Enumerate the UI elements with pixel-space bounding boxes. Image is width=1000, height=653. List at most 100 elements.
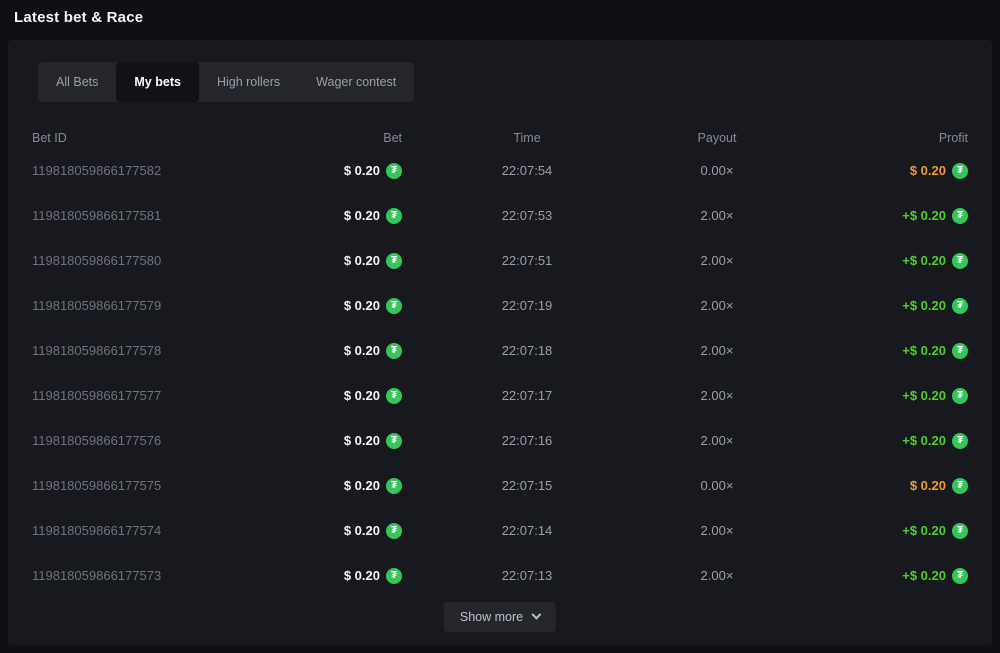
table-row[interactable]: 119818059866177577 $ 0.20 ₮ 22:07:17 2.0… xyxy=(32,373,968,418)
currency-coin-icon: ₮ xyxy=(386,298,402,314)
bet-amount: $ 0.20 xyxy=(344,523,380,538)
currency-coin-icon: ₮ xyxy=(386,433,402,449)
table-body: 119818059866177582 $ 0.20 ₮ 22:07:54 0.0… xyxy=(32,148,968,598)
payout-cell: 2.00× xyxy=(652,433,782,448)
bet-id-cell: 119818059866177576 xyxy=(32,433,282,448)
payout-cell: 2.00× xyxy=(652,388,782,403)
currency-coin-icon: ₮ xyxy=(952,298,968,314)
time-cell: 22:07:17 xyxy=(402,388,652,403)
currency-coin-icon: ₮ xyxy=(386,568,402,584)
currency-coin-icon: ₮ xyxy=(386,388,402,404)
currency-coin-icon: ₮ xyxy=(952,208,968,224)
table-row[interactable]: 119818059866177582 $ 0.20 ₮ 22:07:54 0.0… xyxy=(32,148,968,193)
time-cell: 22:07:15 xyxy=(402,478,652,493)
time-cell: 22:07:53 xyxy=(402,208,652,223)
currency-coin-icon: ₮ xyxy=(952,478,968,494)
currency-coin-icon: ₮ xyxy=(386,343,402,359)
bet-cell: $ 0.20 ₮ xyxy=(282,298,402,314)
bet-amount: $ 0.20 xyxy=(344,163,380,178)
table-header-row: Bet ID Bet Time Payout Profit xyxy=(32,128,968,148)
currency-coin-icon: ₮ xyxy=(386,163,402,179)
bet-id-cell: 119818059866177581 xyxy=(32,208,282,223)
profit-cell: +$ 0.20 ₮ xyxy=(782,568,968,584)
currency-coin-icon: ₮ xyxy=(386,478,402,494)
header-time: Time xyxy=(402,131,652,145)
payout-cell: 2.00× xyxy=(652,298,782,313)
bet-amount: $ 0.20 xyxy=(344,433,380,448)
profit-cell: +$ 0.20 ₮ xyxy=(782,388,968,404)
header-payout: Payout xyxy=(652,131,782,145)
profit-amount: +$ 0.20 xyxy=(902,208,946,223)
profit-cell: +$ 0.20 ₮ xyxy=(782,433,968,449)
show-more-label: Show more xyxy=(460,610,523,624)
bet-cell: $ 0.20 ₮ xyxy=(282,433,402,449)
currency-coin-icon: ₮ xyxy=(386,253,402,269)
tab-high-rollers[interactable]: High rollers xyxy=(199,62,298,102)
tab-my-bets[interactable]: My bets xyxy=(116,62,199,102)
bet-amount: $ 0.20 xyxy=(344,253,380,268)
profit-cell: +$ 0.20 ₮ xyxy=(782,253,968,269)
table-row[interactable]: 119818059866177578 $ 0.20 ₮ 22:07:18 2.0… xyxy=(32,328,968,373)
table-row[interactable]: 119818059866177581 $ 0.20 ₮ 22:07:53 2.0… xyxy=(32,193,968,238)
table-row[interactable]: 119818059866177575 $ 0.20 ₮ 22:07:15 0.0… xyxy=(32,463,968,508)
title-bar: Latest bet & Race xyxy=(0,0,1000,36)
header-bet: Bet xyxy=(282,131,402,145)
bet-id-cell: 119818059866177577 xyxy=(32,388,282,403)
profit-amount: $ 0.20 xyxy=(910,163,946,178)
profit-cell: +$ 0.20 ₮ xyxy=(782,343,968,359)
bet-id-cell: 119818059866177574 xyxy=(32,523,282,538)
profit-amount: +$ 0.20 xyxy=(902,343,946,358)
currency-coin-icon: ₮ xyxy=(386,523,402,539)
bet-cell: $ 0.20 ₮ xyxy=(282,568,402,584)
bet-cell: $ 0.20 ₮ xyxy=(282,523,402,539)
profit-cell: $ 0.20 ₮ xyxy=(782,163,968,179)
bet-cell: $ 0.20 ₮ xyxy=(282,253,402,269)
time-cell: 22:07:16 xyxy=(402,433,652,448)
bet-cell: $ 0.20 ₮ xyxy=(282,343,402,359)
currency-coin-icon: ₮ xyxy=(952,523,968,539)
profit-amount: +$ 0.20 xyxy=(902,568,946,583)
payout-cell: 2.00× xyxy=(652,208,782,223)
payout-cell: 0.00× xyxy=(652,163,782,178)
tab-bar: All BetsMy betsHigh rollersWager contest xyxy=(38,62,414,102)
time-cell: 22:07:18 xyxy=(402,343,652,358)
profit-cell: +$ 0.20 ₮ xyxy=(782,298,968,314)
bet-amount: $ 0.20 xyxy=(344,343,380,358)
profit-cell: +$ 0.20 ₮ xyxy=(782,208,968,224)
table-row[interactable]: 119818059866177580 $ 0.20 ₮ 22:07:51 2.0… xyxy=(32,238,968,283)
payout-cell: 0.00× xyxy=(652,478,782,493)
bet-cell: $ 0.20 ₮ xyxy=(282,478,402,494)
bet-amount: $ 0.20 xyxy=(344,298,380,313)
show-more-button[interactable]: Show more xyxy=(444,602,556,632)
bet-cell: $ 0.20 ₮ xyxy=(282,388,402,404)
bet-id-cell: 119818059866177582 xyxy=(32,163,282,178)
bet-cell: $ 0.20 ₮ xyxy=(282,208,402,224)
bet-id-cell: 119818059866177579 xyxy=(32,298,282,313)
currency-coin-icon: ₮ xyxy=(952,163,968,179)
bet-cell: $ 0.20 ₮ xyxy=(282,163,402,179)
time-cell: 22:07:13 xyxy=(402,568,652,583)
header-bet-id: Bet ID xyxy=(32,131,282,145)
time-cell: 22:07:14 xyxy=(402,523,652,538)
profit-amount: +$ 0.20 xyxy=(902,253,946,268)
currency-coin-icon: ₮ xyxy=(952,568,968,584)
table-row[interactable]: 119818059866177576 $ 0.20 ₮ 22:07:16 2.0… xyxy=(32,418,968,463)
chevron-down-icon xyxy=(532,609,542,619)
currency-coin-icon: ₮ xyxy=(952,253,968,269)
bet-amount: $ 0.20 xyxy=(344,388,380,403)
time-cell: 22:07:51 xyxy=(402,253,652,268)
table-row[interactable]: 119818059866177579 $ 0.20 ₮ 22:07:19 2.0… xyxy=(32,283,968,328)
profit-cell: +$ 0.20 ₮ xyxy=(782,523,968,539)
tab-all-bets[interactable]: All Bets xyxy=(38,62,116,102)
header-profit: Profit xyxy=(782,131,968,145)
table-row[interactable]: 119818059866177574 $ 0.20 ₮ 22:07:14 2.0… xyxy=(32,508,968,553)
profit-amount: +$ 0.20 xyxy=(902,433,946,448)
tab-wager-contest[interactable]: Wager contest xyxy=(298,62,414,102)
bet-amount: $ 0.20 xyxy=(344,568,380,583)
table-row[interactable]: 119818059866177573 $ 0.20 ₮ 22:07:13 2.0… xyxy=(32,553,968,598)
payout-cell: 2.00× xyxy=(652,568,782,583)
time-cell: 22:07:54 xyxy=(402,163,652,178)
payout-cell: 2.00× xyxy=(652,253,782,268)
bet-id-cell: 119818059866177578 xyxy=(32,343,282,358)
currency-coin-icon: ₮ xyxy=(386,208,402,224)
